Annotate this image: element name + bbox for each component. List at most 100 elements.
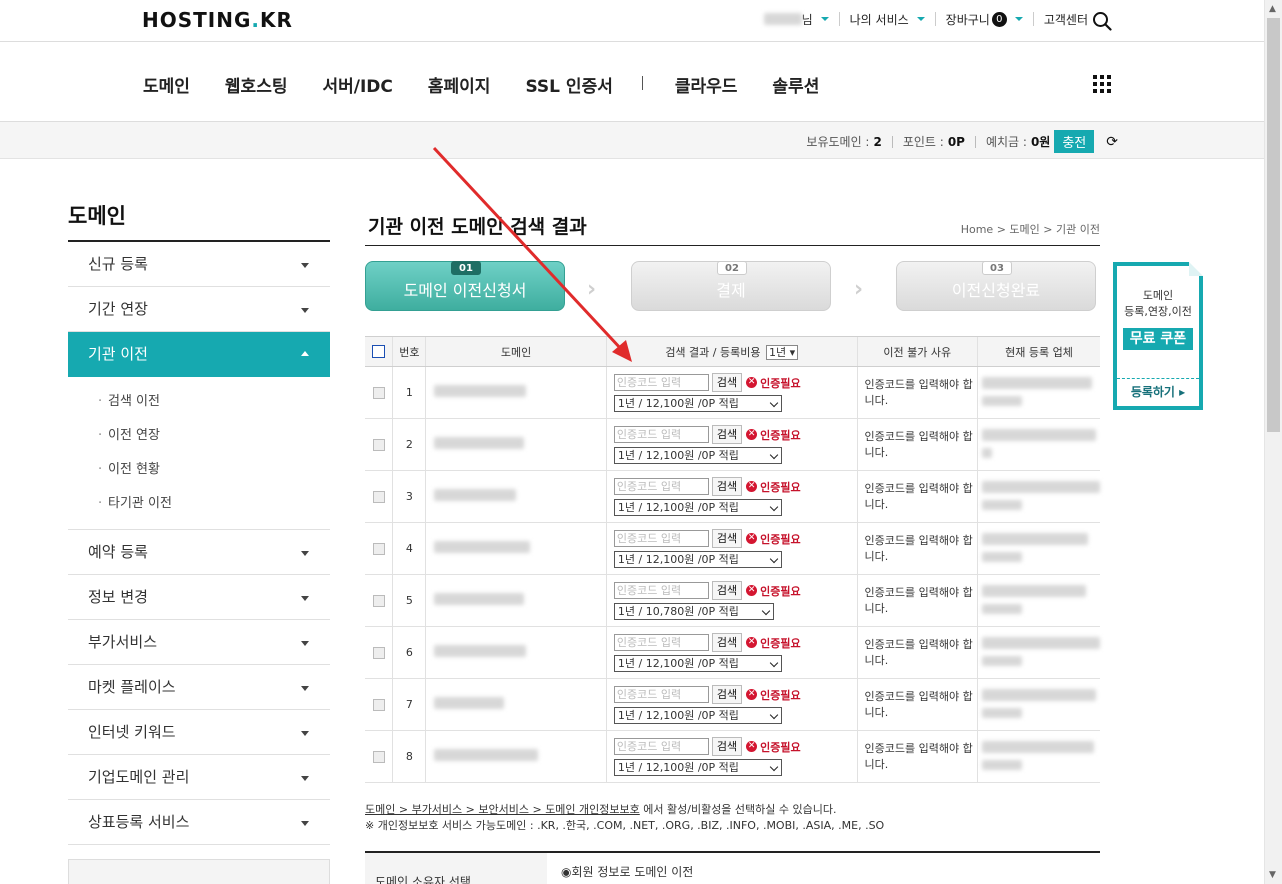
site-logo[interactable]: HOSTING.KR (142, 8, 293, 32)
coupon-free-label: 무료 쿠폰 (1123, 328, 1193, 350)
search-icon[interactable] (1092, 11, 1112, 31)
row-checkbox[interactable] (372, 595, 385, 607)
charge-button[interactable]: 충전 (1054, 130, 1095, 153)
user-menu[interactable]: 님 (754, 12, 839, 27)
auth-code-input[interactable]: 인증코드 입력 (613, 426, 709, 443)
registrar-redacted (982, 428, 1096, 441)
support-link[interactable]: 고객센터 (1032, 12, 1098, 27)
row-checkbox[interactable] (372, 439, 385, 451)
sidebar-item-addons[interactable]: 부가서비스 (68, 620, 330, 665)
all-menu-grid-icon[interactable] (1093, 75, 1111, 93)
sidebar-item-keyword[interactable]: 인터넷 키워드 (68, 710, 330, 755)
nav-webhosting[interactable]: 웹호스팅 (225, 72, 288, 97)
col-result: 검색 결과 / 등록비용 1년 ▾ (605, 336, 858, 367)
price-select[interactable]: 1년 / 12,100원 /0P 적립 (613, 655, 782, 672)
auth-code-input[interactable]: 인증코드 입력 (613, 530, 709, 547)
sidebar-item-marketplace[interactable]: 마켓 플레이스 (68, 665, 330, 710)
price-select[interactable]: 1년 / 12,100원 /0P 적립 (613, 551, 782, 568)
auth-code-input[interactable]: 인증코드 입력 (613, 634, 709, 651)
submenu-transfer-status[interactable]: 이전 현황 (98, 453, 330, 487)
search-button[interactable]: 검색 (711, 737, 743, 756)
row-checkbox[interactable] (372, 387, 385, 399)
vertical-scrollbar[interactable]: ▲ ▼ (1264, 0, 1282, 884)
search-button[interactable]: 검색 (711, 685, 743, 704)
auth-code-input[interactable]: 인증코드 입력 (613, 686, 709, 703)
breadcrumb-home[interactable]: Home (961, 223, 993, 236)
price-select[interactable]: 1년 / 12,100원 /0P 적립 (613, 759, 782, 776)
breadcrumb-domain[interactable]: 도메인 (1009, 223, 1039, 236)
scroll-down-icon: ▼ (1269, 870, 1276, 880)
search-button[interactable]: 검색 (711, 477, 743, 496)
nav-domain[interactable]: 도메인 (143, 72, 190, 97)
sidebar-item-new-register[interactable]: 신규 등록 (68, 242, 330, 287)
top-utility-menu: 님 나의 서비스 장바구니 0 고객센터 (754, 11, 1098, 27)
price-select[interactable]: 1년 / 12,100원 /0P 적립 (613, 447, 782, 464)
select-all-checkbox[interactable] (372, 345, 386, 359)
search-button[interactable]: 검색 (711, 581, 743, 600)
submenu-other-transfer[interactable]: 타기관 이전 (98, 487, 330, 521)
submenu-search-transfer[interactable]: 검색 이전 (98, 385, 330, 419)
owner-label: 도메인 소유자 선택 (365, 853, 547, 884)
nav-solution[interactable]: 솔루션 (772, 72, 819, 97)
table-row: 4 인증코드 입력 검색 ✕ 인증필요 1년 / 12,100원 /0P 적립 인증코드를 … (365, 522, 1100, 575)
sidebar-banner[interactable] (68, 859, 330, 884)
row-number: 8 (392, 730, 426, 783)
owner-select-section: 도메인 소유자 선택 ◉회원 정보로 도메인 이전 (365, 851, 1100, 884)
search-button[interactable]: 검색 (711, 529, 743, 548)
price-select[interactable]: 1년 / 12,100원 /0P 적립 (613, 395, 782, 412)
sidebar-item-trademark[interactable]: 상표등록 서비스 (68, 800, 330, 845)
sidebar-item-transfer[interactable]: 기관 이전 (68, 332, 330, 377)
row-checkbox[interactable] (372, 647, 385, 659)
row-checkbox[interactable] (372, 751, 385, 763)
step-3: 03 이전신청완료 (896, 261, 1096, 311)
privacy-link[interactable]: 도메인 > 부가서비스 > 보안서비스 > 도메인 개인정보보호 (365, 803, 640, 816)
row-checkbox[interactable] (372, 491, 385, 503)
my-services-menu[interactable]: 나의 서비스 (838, 12, 935, 27)
registrar-redacted (982, 551, 1022, 562)
year-select[interactable]: 1년 ▾ (765, 344, 799, 360)
chevron-down-icon (301, 263, 309, 268)
row-checkbox[interactable] (372, 543, 385, 555)
search-button[interactable]: 검색 (711, 373, 743, 392)
coupon-line2: 등록,연장,이전 (1124, 305, 1192, 318)
error-icon: ✕ (746, 689, 758, 700)
coupon-register-button[interactable]: 등록하기 ▸ (1117, 378, 1199, 400)
submenu-transfer-renewal[interactable]: 이전 연장 (98, 419, 330, 453)
auth-code-input[interactable]: 인증코드 입력 (613, 582, 709, 599)
chevron-up-icon (301, 351, 309, 356)
sidebar-item-enterprise[interactable]: 기업도메인 관리 (68, 755, 330, 800)
row-number: 4 (392, 522, 426, 575)
price-select[interactable]: 1년 / 12,100원 /0P 적립 (613, 499, 782, 516)
auth-required-status: ✕ 인증필요 (746, 532, 801, 546)
nav-homepage[interactable]: 홈페이지 (428, 72, 491, 97)
nav-server-idc[interactable]: 서버/IDC (322, 72, 392, 97)
reason-text: 인증코드를 입력해야 합니다. (856, 522, 978, 575)
price-select[interactable]: 1년 / 12,100원 /0P 적립 (613, 707, 782, 724)
auth-code-input[interactable]: 인증코드 입력 (613, 478, 709, 495)
refresh-icon[interactable]: ⟳ (1106, 134, 1118, 150)
progress-steps: 01 도메인 이전신청서 › 02 결제 › 03 이전신청완료 (365, 261, 1100, 311)
chevron-down-icon (301, 551, 309, 556)
registrar-redacted (982, 655, 1022, 666)
price-select[interactable]: 1년 / 10,780원 /0P 적립 (613, 603, 774, 620)
cart-count-badge: 0 (991, 11, 1007, 27)
owner-option[interactable]: ◉회원 정보로 도메인 이전 (561, 863, 693, 880)
search-button[interactable]: 검색 (711, 633, 743, 652)
sidebar-item-reservation[interactable]: 예약 등록 (68, 530, 330, 575)
nav-cloud[interactable]: 클라우드 (675, 72, 738, 97)
search-button[interactable]: 검색 (711, 425, 743, 444)
support-label: 고객센터 (1043, 12, 1088, 27)
cart-menu[interactable]: 장바구니 0 (934, 11, 1033, 27)
nav-ssl[interactable]: SSL 인증서 (525, 72, 612, 97)
error-icon: ✕ (746, 741, 758, 752)
table-row: 6 인증코드 입력 검색 ✕ 인증필요 1년 / 12,100원 /0P 적립 인증코드를 … (365, 626, 1100, 679)
sidebar-item-info-change[interactable]: 정보 변경 (68, 575, 330, 620)
free-coupon-banner[interactable]: 도메인 등록,연장,이전 무료 쿠폰 등록하기 ▸ (1113, 262, 1203, 410)
col-number: 번호 (392, 336, 426, 367)
sidebar-item-renewal[interactable]: 기간 연장 (68, 287, 330, 332)
step-2: 02 결제 (631, 261, 831, 311)
auth-code-input[interactable]: 인증코드 입력 (613, 374, 709, 391)
row-checkbox[interactable] (372, 699, 385, 711)
auth-code-input[interactable]: 인증코드 입력 (613, 738, 709, 755)
owned-domains-value: 2 (873, 134, 882, 149)
